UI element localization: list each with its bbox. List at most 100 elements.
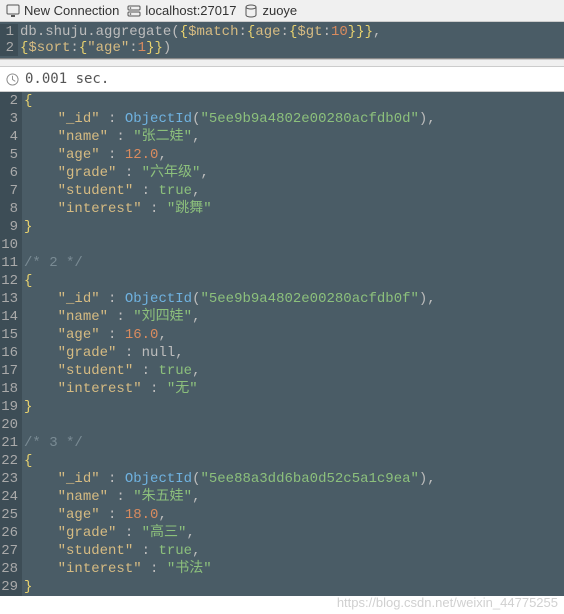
query-code: {$sort:{"age":1}}) — [18, 40, 171, 56]
result-code: { — [22, 272, 32, 290]
result-code: { — [22, 92, 32, 110]
line-number: 3 — [0, 110, 22, 128]
timing-bar: 0.001 sec. — [0, 67, 564, 92]
query-editor[interactable]: 1 db.shuju.aggregate({$match:{age:{$gt:1… — [0, 22, 564, 59]
line-number: 19 — [0, 398, 22, 416]
database-icon — [244, 4, 258, 18]
line-number: 5 — [0, 146, 22, 164]
line-number: 20 — [0, 416, 22, 434]
line-number: 28 — [0, 560, 22, 578]
host-label: localhost:27017 — [145, 3, 236, 18]
line-number: 6 — [0, 164, 22, 182]
result-code — [22, 416, 24, 434]
new-connection-item[interactable]: New Connection — [6, 3, 119, 18]
result-line: 6 "grade" : "六年级", — [0, 164, 564, 182]
result-code: "interest" : "跳舞" — [22, 200, 212, 218]
result-code: { — [22, 452, 32, 470]
line-number: 17 — [0, 362, 22, 380]
line-number: 7 — [0, 182, 22, 200]
line-number: 2 — [0, 92, 22, 110]
line-number: 21 — [0, 434, 22, 452]
result-line: 8 "interest" : "跳舞" — [0, 200, 564, 218]
separator — [0, 59, 564, 67]
result-line: 28 "interest" : "书法" — [0, 560, 564, 578]
query-line: 2 {$sort:{"age":1}}) — [0, 40, 564, 56]
result-line: 27 "student" : true, — [0, 542, 564, 560]
line-number: 15 — [0, 326, 22, 344]
result-line: 13 "_id" : ObjectId("5ee9b9a4802e00280ac… — [0, 290, 564, 308]
db-label: zuoye — [262, 3, 297, 18]
result-line: 10 — [0, 236, 564, 254]
result-code: } — [22, 398, 32, 416]
result-code: } — [22, 578, 32, 596]
monitor-icon — [6, 4, 20, 18]
line-number: 26 — [0, 524, 22, 542]
result-line: 25 "age" : 18.0, — [0, 506, 564, 524]
line-number: 24 — [0, 488, 22, 506]
result-code: "age" : 12.0, — [22, 146, 167, 164]
result-line: 19} — [0, 398, 564, 416]
line-number: 14 — [0, 308, 22, 326]
query-code: db.shuju.aggregate({$match:{age:{$gt:10}… — [18, 24, 381, 40]
connection-toolbar: New Connection localhost:27017 zuoye — [0, 0, 564, 22]
line-number: 10 — [0, 236, 22, 254]
host-item[interactable]: localhost:27017 — [127, 3, 236, 18]
clock-icon — [6, 73, 19, 86]
db-item[interactable]: zuoye — [244, 3, 297, 18]
result-code: "name" : "张二娃", — [22, 128, 200, 146]
result-code: "age" : 18.0, — [22, 506, 167, 524]
line-number: 13 — [0, 290, 22, 308]
result-code: /* 3 */ — [22, 434, 83, 452]
result-line: 7 "student" : true, — [0, 182, 564, 200]
result-line: 20 — [0, 416, 564, 434]
result-code: "_id" : ObjectId("5ee9b9a4802e00280acfdb… — [22, 110, 436, 128]
result-line: 24 "name" : "朱五娃", — [0, 488, 564, 506]
result-line: 14 "name" : "刘四娃", — [0, 308, 564, 326]
result-code: "grade" : null, — [22, 344, 184, 362]
line-number: 27 — [0, 542, 22, 560]
result-code: /* 2 */ — [22, 254, 83, 272]
line-number: 4 — [0, 128, 22, 146]
result-line: 26 "grade" : "高三", — [0, 524, 564, 542]
result-code: "grade" : "高三", — [22, 524, 195, 542]
result-code: "student" : true, — [22, 542, 200, 560]
query-line: 1 db.shuju.aggregate({$match:{age:{$gt:1… — [0, 24, 564, 40]
result-code: "interest" : "无" — [22, 380, 198, 398]
result-viewer[interactable]: 2{3 "_id" : ObjectId("5ee9b9a4802e00280a… — [0, 92, 564, 596]
result-code — [22, 236, 24, 254]
line-number: 11 — [0, 254, 22, 272]
line-number: 23 — [0, 470, 22, 488]
result-code: "interest" : "书法" — [22, 560, 212, 578]
result-line: 17 "student" : true, — [0, 362, 564, 380]
result-line: 3 "_id" : ObjectId("5ee9b9a4802e00280acf… — [0, 110, 564, 128]
line-number: 25 — [0, 506, 22, 524]
result-code: "name" : "朱五娃", — [22, 488, 200, 506]
new-connection-label: New Connection — [24, 3, 119, 18]
result-line: 9} — [0, 218, 564, 236]
result-code: "age" : 16.0, — [22, 326, 167, 344]
line-number: 12 — [0, 272, 22, 290]
timing-text: 0.001 sec. — [25, 71, 109, 87]
line-number: 1 — [0, 24, 18, 40]
result-line: 16 "grade" : null, — [0, 344, 564, 362]
line-number: 22 — [0, 452, 22, 470]
result-code: "student" : true, — [22, 362, 200, 380]
result-line: 15 "age" : 16.0, — [0, 326, 564, 344]
line-number: 16 — [0, 344, 22, 362]
result-code: "_id" : ObjectId("5ee9b9a4802e00280acfdb… — [22, 290, 436, 308]
line-number: 9 — [0, 218, 22, 236]
result-line: 5 "age" : 12.0, — [0, 146, 564, 164]
result-code: "student" : true, — [22, 182, 200, 200]
result-code: "_id" : ObjectId("5ee88a3dd6ba0d52c5a1c9… — [22, 470, 436, 488]
result-line: 18 "interest" : "无" — [0, 380, 564, 398]
result-line: 12{ — [0, 272, 564, 290]
result-code: "grade" : "六年级", — [22, 164, 209, 182]
line-number: 29 — [0, 578, 22, 596]
result-code: } — [22, 218, 32, 236]
line-number: 2 — [0, 40, 18, 56]
server-icon — [127, 4, 141, 18]
result-line: 11/* 2 */ — [0, 254, 564, 272]
result-line: 22{ — [0, 452, 564, 470]
result-line: 23 "_id" : ObjectId("5ee88a3dd6ba0d52c5a… — [0, 470, 564, 488]
result-line: 21/* 3 */ — [0, 434, 564, 452]
